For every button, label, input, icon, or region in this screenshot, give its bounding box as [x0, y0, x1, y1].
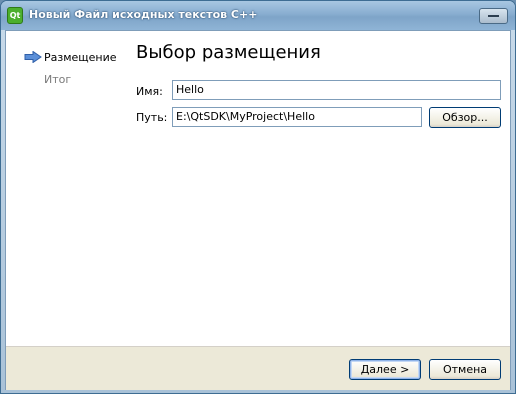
current-step-arrow-icon	[24, 51, 42, 63]
title-bar[interactable]: Qt Новый Файл исходных текстов С++	[1, 1, 515, 30]
next-button[interactable]: Далее >	[349, 359, 421, 380]
qt-app-icon: Qt	[7, 7, 23, 24]
name-input[interactable]: Hello	[172, 80, 501, 100]
name-label: Имя:	[136, 85, 163, 98]
wizard-body: Размещение Итог Выбор размещения Имя: He…	[5, 30, 511, 390]
wizard-window: Qt Новый Файл исходных текстов С++ Разме…	[0, 0, 516, 394]
sidebar-step-placement: Размещение	[44, 51, 117, 64]
next-mnemonic: Д	[360, 363, 370, 376]
browse-button[interactable]: Обзор...	[429, 107, 501, 128]
path-label: Путь:	[136, 111, 168, 124]
page-title: Выбор размещения	[136, 42, 321, 63]
cancel-button[interactable]: Отмена	[429, 359, 501, 380]
path-input[interactable]: E:\QtSDK\MyProject\Hello	[172, 107, 422, 127]
next-label: алее >	[369, 363, 410, 376]
minimize-button[interactable]	[479, 8, 508, 24]
window-title: Новый Файл исходных текстов С++	[29, 8, 258, 21]
minimize-icon	[488, 15, 499, 17]
sidebar-step-summary: Итог	[44, 73, 72, 86]
